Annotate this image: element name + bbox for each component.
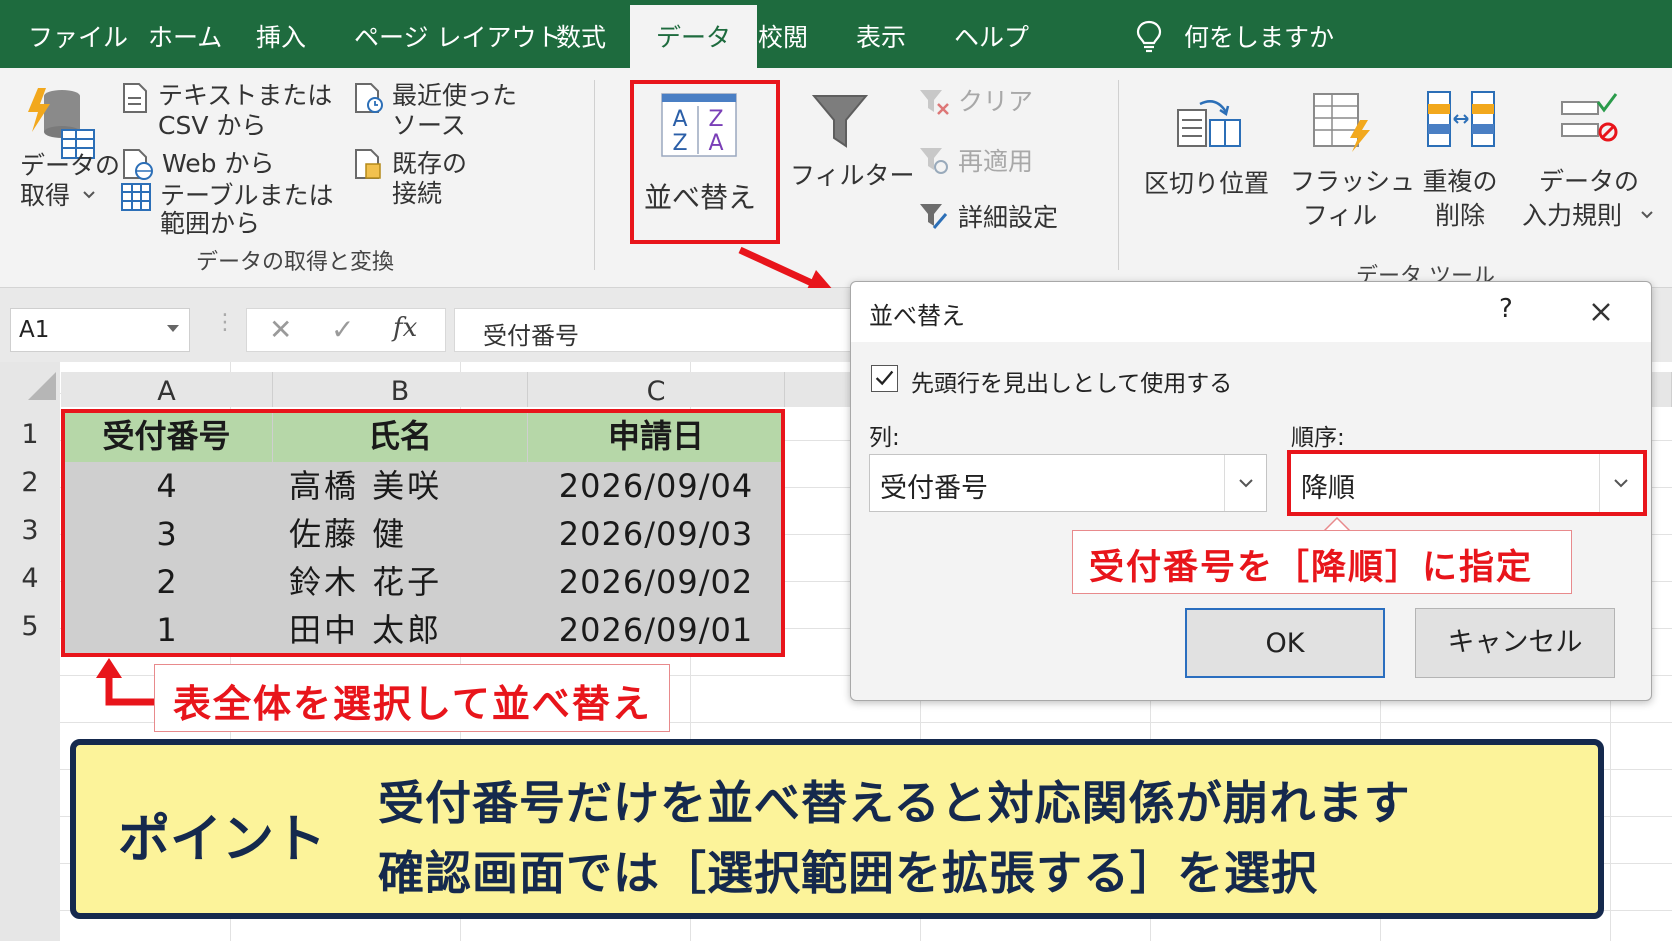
reapply-button[interactable]: 再適用 xyxy=(958,146,1033,178)
sort-button-highlight xyxy=(630,80,780,244)
row-header-5[interactable]: 5 xyxy=(0,611,60,642)
table-range-icon xyxy=(121,183,151,211)
from-web-button[interactable]: Web から xyxy=(162,148,274,180)
text-to-columns-icon[interactable] xyxy=(1176,94,1242,148)
dialog-title: 並べ替え xyxy=(869,302,965,330)
text-csv-icon xyxy=(123,83,147,113)
ok-button[interactable]: OK xyxy=(1185,608,1385,678)
reapply-icon xyxy=(920,148,948,174)
recent-sources-button[interactable]: 最近使った xyxy=(392,80,517,112)
row-header-2[interactable]: 2 xyxy=(0,467,60,498)
order-select[interactable]: 降順 xyxy=(1287,450,1647,516)
column-header-a[interactable]: A xyxy=(61,372,273,407)
confirm-entry-icon[interactable]: ✓ xyxy=(331,313,354,346)
chevron-down-icon xyxy=(1614,479,1628,488)
remove-duplicates-icon[interactable] xyxy=(1426,90,1496,148)
data-validation-button[interactable]: データの xyxy=(1534,166,1644,198)
order-label: 順序: xyxy=(1291,425,1345,451)
insert-function-icon[interactable]: fx xyxy=(393,313,417,343)
remove-duplicates-button[interactable]: 重複の xyxy=(1410,166,1510,198)
row-header-3[interactable]: 3 xyxy=(0,515,60,546)
recent-sources-icon xyxy=(355,83,383,113)
point-line-2: 確認画面では［選択範囲を拡張する］を選択 xyxy=(378,846,1318,900)
column-header-c[interactable]: C xyxy=(528,372,785,407)
tab-file[interactable]: ファイル xyxy=(28,18,128,54)
lightbulb-icon[interactable] xyxy=(1136,20,1162,54)
column-select-value: 受付番号 xyxy=(880,473,988,504)
existing-connections-label-2[interactable]: 接続 xyxy=(392,178,442,210)
remove-duplicates-label-2[interactable]: 削除 xyxy=(1410,200,1510,232)
ribbon-tab-bar: ファイル ホーム 挿入 ページ レイアウト 数式 データ 校閲 表示 ヘルプ 何… xyxy=(0,0,1672,68)
select-all-corner[interactable] xyxy=(0,362,60,407)
point-note-box: ポイント 受付番号だけを並べ替えると対応関係が崩れます 確認画面では［選択範囲を… xyxy=(70,739,1604,919)
tab-data[interactable]: データ xyxy=(630,5,758,68)
order-callout: 受付番号を［降順］に指定 xyxy=(1072,530,1572,594)
drag-handle-icon[interactable]: ⋮ xyxy=(214,310,236,335)
data-validation-icon[interactable] xyxy=(1558,92,1620,144)
tab-page-layout[interactable]: ページ レイアウト xyxy=(354,18,561,54)
clear-filter-icon xyxy=(920,90,949,115)
header-row-checkbox-label[interactable]: 先頭行を見出しとして使用する xyxy=(911,364,1232,398)
table-selection-highlight xyxy=(61,409,785,657)
row-header-4[interactable]: 4 xyxy=(0,563,60,594)
point-label: ポイント xyxy=(118,810,327,870)
recent-sources-label-2[interactable]: ソース xyxy=(392,110,466,142)
filter-button[interactable]: フィルター xyxy=(790,160,915,192)
chevron-down-icon[interactable] xyxy=(1640,210,1654,220)
order-select-dropdown[interactable] xyxy=(1599,454,1641,512)
tab-review[interactable]: 校閲 xyxy=(758,18,808,54)
tab-insert[interactable]: 挿入 xyxy=(256,18,306,54)
header-row-checkbox[interactable] xyxy=(871,365,898,392)
chevron-down-icon[interactable] xyxy=(82,190,96,200)
up-arrow-icon xyxy=(96,658,158,706)
column-select[interactable]: 受付番号 xyxy=(869,454,1267,512)
web-icon xyxy=(123,149,153,180)
checkmark-icon xyxy=(875,370,894,386)
help-button[interactable]: ? xyxy=(1499,294,1513,324)
name-box[interactable]: A1 xyxy=(10,308,190,352)
select-table-callout: 表全体を選択して並べ替え xyxy=(154,664,670,732)
filter-icon[interactable] xyxy=(812,92,868,150)
ribbon-separator xyxy=(594,80,595,270)
from-text-csv-label-2[interactable]: CSV から xyxy=(158,110,266,142)
chevron-down-icon xyxy=(1239,479,1253,488)
tab-home[interactable]: ホーム xyxy=(148,18,222,54)
dialog-titlebar: 並べ替え ? xyxy=(851,282,1651,342)
get-data-label[interactable]: データの xyxy=(20,150,120,182)
flash-fill-button[interactable]: フラッシュ xyxy=(1290,166,1415,198)
close-icon[interactable] xyxy=(1581,292,1621,332)
existing-connections-icon xyxy=(355,149,381,179)
tell-me-search[interactable]: 何をしますか xyxy=(1184,18,1334,54)
row-header-1[interactable]: 1 xyxy=(0,419,60,450)
tab-formulas[interactable]: 数式 xyxy=(556,18,606,54)
ribbon-separator-2 xyxy=(1118,80,1119,270)
clear-button[interactable]: クリア xyxy=(958,86,1033,118)
flash-fill-label-2[interactable]: フィル xyxy=(1290,200,1390,232)
chevron-down-icon[interactable] xyxy=(167,325,179,332)
point-line-1: 受付番号だけを並べ替えると対応関係が崩れます xyxy=(378,776,1411,830)
cancel-button[interactable]: キャンセル xyxy=(1415,608,1615,678)
sort-dialog: 並べ替え ? 先頭行を見出しとして使用する 列: 受付番号 順序: 降順 OK … xyxy=(850,281,1652,701)
formula-buttons: ✕ ✓ fx xyxy=(246,308,446,352)
get-data-label-2[interactable]: 取得 xyxy=(20,180,70,212)
from-text-csv-button[interactable]: テキストまたは xyxy=(158,80,332,112)
formula-input[interactable]: 受付番号 xyxy=(454,308,854,352)
existing-connections-button[interactable]: 既存の xyxy=(392,148,467,180)
flash-fill-icon[interactable] xyxy=(1310,90,1372,152)
text-to-columns-button[interactable]: 区切り位置 xyxy=(1144,168,1269,200)
column-select-dropdown[interactable] xyxy=(1224,455,1266,511)
cancel-entry-icon[interactable]: ✕ xyxy=(269,313,292,346)
advanced-filter-icon xyxy=(920,204,948,229)
column-label: 列: xyxy=(869,425,900,451)
group-label-get-transform: データの取得と変換 xyxy=(196,250,395,275)
tab-help[interactable]: ヘルプ xyxy=(954,18,1029,54)
advanced-button[interactable]: 詳細設定 xyxy=(958,202,1058,234)
tab-view[interactable]: 表示 xyxy=(856,18,906,54)
data-validation-label-2[interactable]: 入力規則 xyxy=(1522,200,1622,232)
order-select-value: 降順 xyxy=(1301,473,1355,504)
from-table-range-label-2[interactable]: 範囲から xyxy=(160,208,260,240)
column-header-b[interactable]: B xyxy=(273,372,528,407)
name-box-value: A1 xyxy=(19,317,50,343)
